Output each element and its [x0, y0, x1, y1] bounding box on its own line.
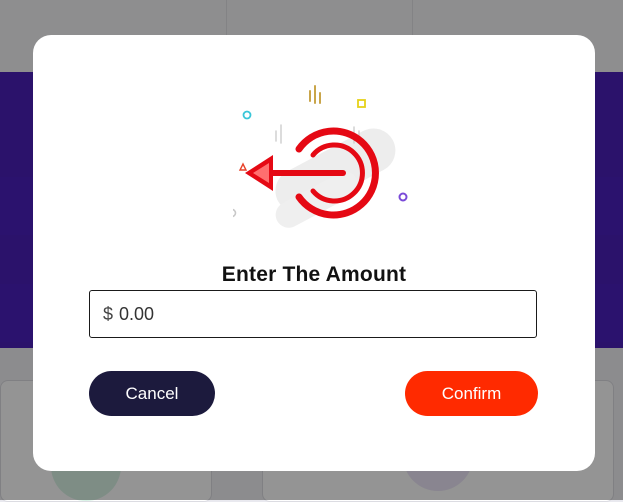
amount-input[interactable]: $ 0.00 — [89, 290, 537, 338]
cancel-button[interactable]: Cancel — [89, 371, 215, 416]
logout-arrow-icon — [233, 85, 408, 228]
enter-amount-dialog: Enter The Amount $ 0.00 Cancel Confirm — [33, 35, 595, 471]
confirm-button[interactable]: Confirm — [405, 371, 538, 416]
currency-symbol: $ — [103, 303, 114, 324]
amount-value: 0.00 — [119, 303, 155, 324]
dialog-title: Enter The Amount — [221, 263, 407, 286]
